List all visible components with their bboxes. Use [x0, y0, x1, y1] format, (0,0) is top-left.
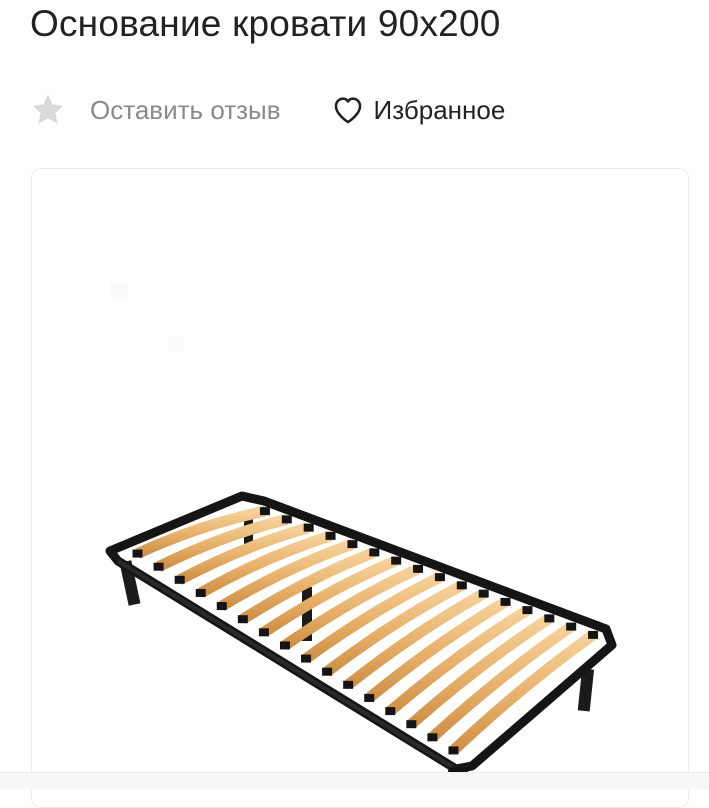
slat-holder [413, 564, 424, 573]
slat-holder [500, 597, 511, 606]
product-title: Основание кровати 90x200 [30, 3, 501, 44]
bottom-bar [0, 772, 709, 789]
slat-holder [132, 549, 143, 558]
slat-holder [343, 680, 354, 689]
slat-holder [364, 693, 375, 702]
slat-holder [522, 606, 533, 615]
favorite-label: Избранное [373, 94, 506, 125]
leave-review-button[interactable]: Оставить отзыв [30, 92, 281, 128]
heart-icon [331, 93, 365, 127]
slat-holder [174, 575, 185, 584]
product-actions: Оставить отзыв Избранное [30, 88, 505, 132]
slat-holder [279, 641, 290, 650]
slat-holder [391, 556, 402, 565]
product-image-card[interactable] [31, 168, 689, 808]
slat-holder [588, 630, 599, 639]
leave-review-label: Оставить отзыв [90, 94, 281, 125]
slat-holder [427, 733, 438, 742]
slat-holder [347, 540, 358, 549]
star-icon [30, 92, 66, 128]
slat-holder [456, 581, 467, 590]
slat-holder [478, 589, 489, 598]
slat-holder [153, 562, 164, 571]
slat-holder [322, 667, 333, 676]
slat-holder [281, 515, 292, 524]
slat-holder [385, 707, 396, 716]
product-image [105, 281, 617, 776]
slat-holder [325, 531, 336, 540]
slat-holder [434, 573, 445, 582]
slat-holder [448, 746, 459, 755]
slat-holder [369, 548, 380, 557]
slat-holder [303, 523, 314, 532]
slat-holder [237, 615, 248, 624]
bed-slat [449, 630, 597, 755]
slat-holder [544, 614, 555, 623]
slat-holder [566, 622, 577, 631]
slat-holder [406, 720, 417, 729]
slat-holder [258, 628, 269, 637]
slat-holder [259, 507, 270, 516]
slat-holder [216, 602, 227, 611]
favorite-button[interactable]: Избранное [331, 93, 506, 127]
slat-holder [195, 588, 206, 597]
slat-holder [301, 654, 312, 663]
